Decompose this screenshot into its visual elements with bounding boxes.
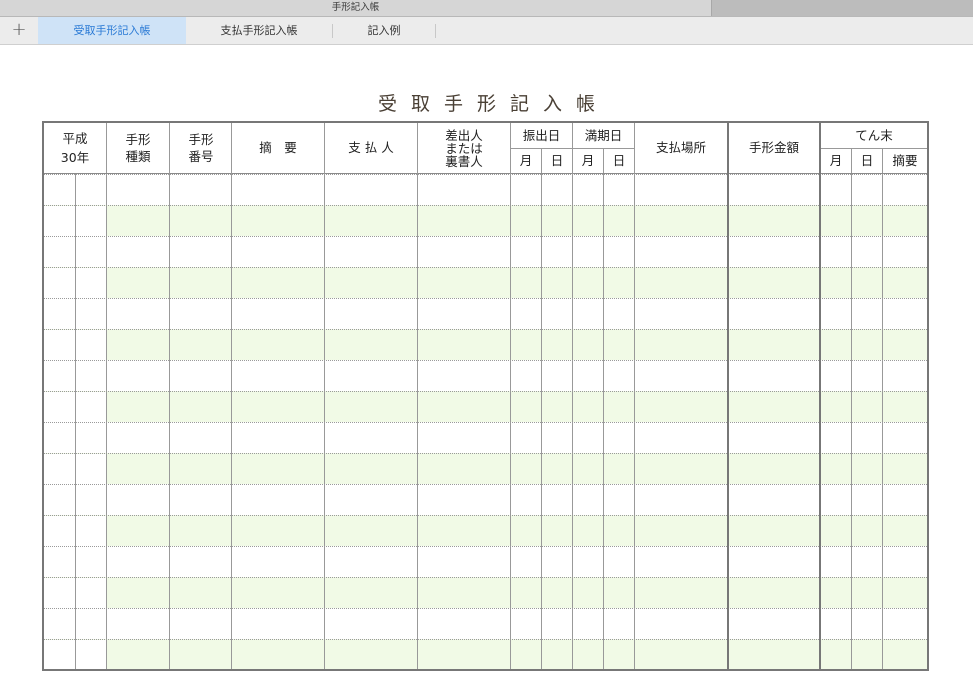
tab-separator	[435, 24, 436, 38]
header-issue-date: 振出日	[522, 127, 561, 143]
header-era-line2: 30年	[60, 149, 90, 165]
table-row[interactable]	[44, 546, 927, 577]
header-issuer-line3: 裏書人	[445, 153, 483, 169]
header-due-month: 月	[581, 153, 595, 168]
table-row[interactable]	[44, 329, 927, 360]
header-settlement: てん末	[855, 127, 893, 143]
table-row[interactable]	[44, 360, 927, 391]
sheet-tab-bar: + 受取手形記入帳 支払手形記入帳 記入例	[0, 17, 973, 45]
table-row[interactable]	[44, 608, 927, 639]
header-due-day: 日	[612, 153, 626, 168]
table-row[interactable]	[44, 515, 927, 546]
column-divider	[541, 174, 542, 669]
column-divider	[603, 174, 604, 669]
column-divider	[572, 123, 573, 669]
header-note-number-line2: 番号	[188, 148, 214, 164]
column-divider	[882, 149, 883, 173]
table-row[interactable]	[44, 422, 927, 453]
table-row[interactable]	[44, 174, 927, 205]
table-row[interactable]	[44, 453, 927, 484]
table-row[interactable]	[44, 639, 927, 669]
column-divider	[417, 123, 418, 669]
header-payment-place: 支払場所	[655, 140, 706, 155]
column-divider	[106, 123, 107, 173]
header-settle-summary: 摘要	[892, 153, 918, 168]
tab-receivable-ledger[interactable]: 受取手形記入帳	[38, 17, 186, 44]
column-divider	[510, 123, 511, 669]
header-note-type-line2: 種類	[125, 148, 151, 164]
header-due-date: 満期日	[584, 127, 623, 143]
header-amount: 手形金額	[748, 140, 799, 155]
header-settle-day: 日	[860, 153, 874, 168]
titlebar-right-area	[711, 0, 973, 16]
table-row[interactable]	[44, 577, 927, 608]
header-issue-day: 日	[550, 153, 564, 168]
column-divider	[75, 174, 76, 669]
window-title: 手形記入帳	[331, 2, 380, 13]
sheet-title: 受取手形記入帳	[377, 93, 609, 115]
header-payer: 支 払 人	[348, 140, 394, 155]
header-note-number: 手形 番号	[170, 123, 232, 173]
header-note-type-line1: 手形	[125, 131, 151, 147]
header-issuer-endorser: 差出人 または 裏書人	[418, 123, 510, 173]
column-divider	[106, 174, 107, 669]
window-titlebar: 手形記入帳	[0, 0, 973, 17]
tab-example[interactable]: 記入例	[333, 17, 435, 44]
column-divider	[169, 123, 170, 669]
header-note-number-line1: 手形	[188, 131, 214, 147]
header-era-line1: 平成	[62, 130, 88, 146]
column-divider	[603, 149, 604, 173]
column-divider	[851, 174, 852, 669]
table-row[interactable]	[44, 484, 927, 515]
column-divider-thick	[819, 123, 821, 669]
header-issuer-line2: または	[445, 140, 483, 156]
table-row[interactable]	[44, 391, 927, 422]
header-era: 平成 30年	[44, 123, 106, 173]
receivable-notes-ledger-table: 平成 30年 手形 種類 手形 番号 摘 要 支 払 人 差出人 または 裏書人…	[42, 121, 929, 671]
column-divider	[851, 149, 852, 173]
header-summary: 摘 要	[259, 140, 297, 155]
table-row[interactable]	[44, 236, 927, 267]
column-divider	[634, 123, 635, 669]
table-row[interactable]	[44, 267, 927, 298]
column-divider	[231, 123, 232, 669]
header-note-type: 手形 種類	[107, 123, 169, 173]
column-divider-thick	[727, 123, 729, 669]
table-row[interactable]	[44, 298, 927, 329]
header-subdivider	[821, 148, 927, 149]
tab-payable-ledger[interactable]: 支払手形記入帳	[186, 17, 332, 44]
column-divider	[882, 174, 883, 669]
column-divider	[324, 123, 325, 669]
table-row[interactable]	[44, 205, 927, 236]
column-divider	[541, 149, 542, 173]
header-issuer-line1: 差出人	[445, 127, 483, 143]
header-settle-month: 月	[829, 153, 843, 168]
header-issue-month: 月	[519, 153, 533, 168]
plus-icon[interactable]: +	[0, 17, 38, 44]
